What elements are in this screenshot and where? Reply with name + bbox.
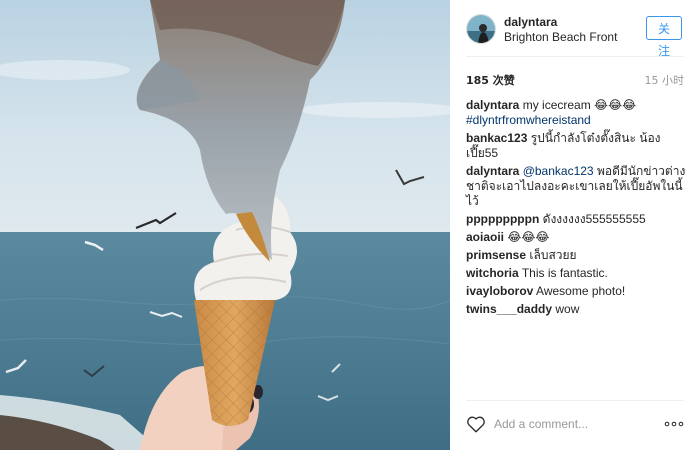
comment-username[interactable]: dalyntara <box>466 98 519 112</box>
comment-username[interactable]: ivayloborov <box>466 284 533 298</box>
comment-text: เล็บสวยย <box>529 248 577 262</box>
instagram-post: dalyntara Brighton Beach Front 关注 185 次赞… <box>0 0 700 450</box>
comment-username[interactable]: twins___daddy <box>466 302 552 316</box>
list-item: dalyntara @bankac123 พอดีมีนักข่าวต่างชา… <box>466 164 686 209</box>
photo-seagull-icecream <box>0 0 450 450</box>
comment-text: my icecream 😂😂😂 <box>522 98 637 112</box>
comment-mention[interactable]: @bankac123 <box>523 164 594 178</box>
comment-username[interactable]: aoiaoii <box>466 230 504 244</box>
comment-username[interactable]: pppppppppn <box>466 212 539 226</box>
post-timestamp[interactable]: 15 小时 <box>645 72 685 88</box>
list-item: bankac123 รูปนี้กำลังโต๋งตั๊งสินะ น้องเป… <box>466 131 686 161</box>
comment-username[interactable]: bankac123 <box>466 131 527 145</box>
list-item: primsense เล็บสวยย <box>466 248 686 263</box>
follow-button[interactable]: 关注 <box>646 16 682 58</box>
comment-text: wow <box>555 302 580 316</box>
list-item: witchoria This is fantastic. <box>466 266 686 281</box>
post-location[interactable]: Brighton Beach Front <box>504 30 617 44</box>
owner-username[interactable]: dalyntara <box>504 15 617 29</box>
post-stats: 185 次赞 15 小时 <box>466 72 684 88</box>
header-divider <box>466 56 684 57</box>
post-side-panel: dalyntara Brighton Beach Front 关注 185 次赞… <box>450 0 700 450</box>
post-photo[interactable] <box>0 0 450 450</box>
more-options-icon[interactable] <box>664 417 684 431</box>
comment-text: This is fantastic. <box>521 266 608 280</box>
list-item: aoiaoii 😂😂😂 <box>466 230 686 245</box>
avatar-image <box>467 15 495 43</box>
caption-hashtag[interactable]: #dlyntrfromwhereistand <box>466 113 591 127</box>
footer-divider <box>466 400 684 401</box>
comments-list: dalyntara my icecream 😂😂😂 #dlyntrfromwhe… <box>466 98 686 320</box>
add-comment-input[interactable] <box>494 415 654 433</box>
comment-text: 😂😂😂 <box>507 230 550 244</box>
heart-outline-icon[interactable] <box>466 415 486 433</box>
post-header: dalyntara Brighton Beach Front 关注 <box>450 0 700 58</box>
post-owner: dalyntara Brighton Beach Front <box>504 15 617 44</box>
comment-username[interactable]: primsense <box>466 248 526 262</box>
list-item: ivayloborov Awesome photo! <box>466 284 686 299</box>
list-item: twins___daddy wow <box>466 302 686 317</box>
list-item: pppppppppn ดังงงงงง555555555 <box>466 212 686 227</box>
avatar[interactable] <box>466 14 496 44</box>
comment-text: ดังงงงงง555555555 <box>542 212 646 226</box>
likes-count[interactable]: 185 次赞 <box>466 72 515 88</box>
comment-text: Awesome photo! <box>536 284 626 298</box>
post-footer <box>466 409 684 441</box>
caption: dalyntara my icecream 😂😂😂 #dlyntrfromwhe… <box>466 98 686 128</box>
comment-username[interactable]: dalyntara <box>466 164 519 178</box>
comment-username[interactable]: witchoria <box>466 266 519 280</box>
